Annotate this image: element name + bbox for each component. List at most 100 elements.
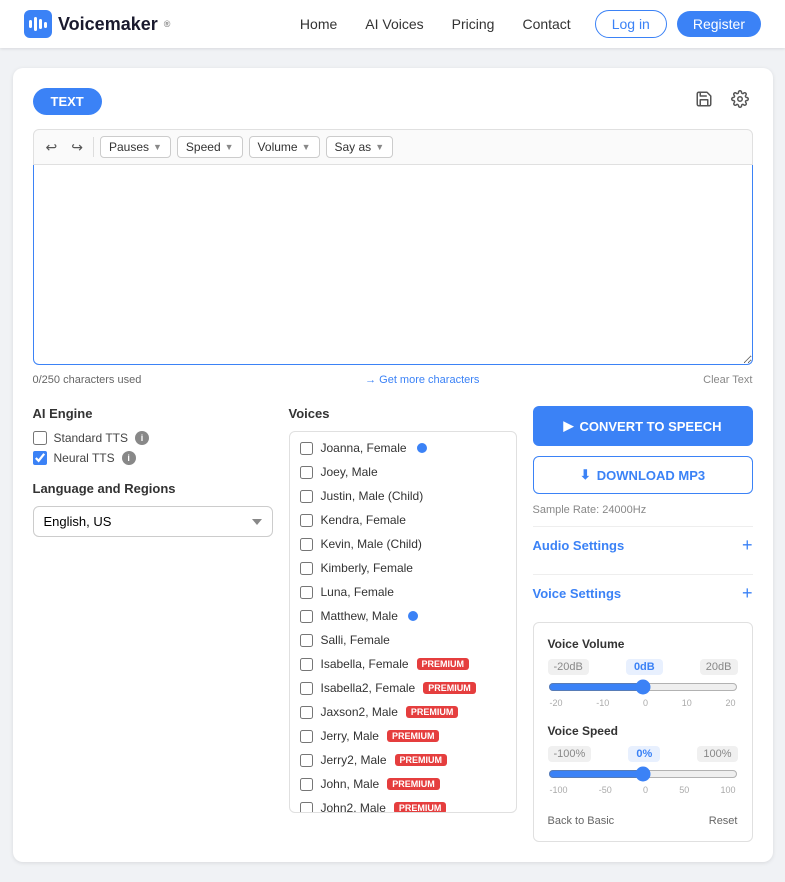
tick-spd-2: -50 <box>599 785 612 795</box>
voice-checkbox[interactable] <box>300 562 313 575</box>
save-icon-button[interactable] <box>691 88 717 115</box>
voices-title: Voices <box>289 406 517 421</box>
voice-item[interactable]: Kevin, Male (Child) <box>290 532 516 556</box>
standard-info-icon[interactable]: i <box>135 431 149 445</box>
neural-tts-checkbox[interactable] <box>33 451 47 465</box>
voice-speed-label: Voice Speed <box>548 724 738 738</box>
convert-button[interactable]: ▶ CONVERT TO SPEECH <box>533 406 753 446</box>
premium-badge: Premium <box>387 730 440 742</box>
voice-checkbox[interactable] <box>300 802 313 813</box>
voices-panel: Voices Joanna, FemaleJoey, MaleJustin, M… <box>289 406 517 842</box>
language-select[interactable]: English, US <box>33 506 273 537</box>
download-label: DOWNLOAD MP3 <box>597 468 705 483</box>
register-button[interactable]: Register <box>677 11 761 37</box>
voices-list[interactable]: Joanna, FemaleJoey, MaleJustin, Male (Ch… <box>290 432 516 812</box>
voice-name: Luna, Female <box>321 585 394 599</box>
redo-button[interactable]: ↪ <box>67 137 87 158</box>
pauses-caret: ▼ <box>153 142 162 152</box>
back-to-basic-link[interactable]: Back to Basic <box>548 815 615 827</box>
voice-item[interactable]: Jaxson2, MalePremium <box>290 700 516 724</box>
sample-rate: Sample Rate: 24000Hz <box>533 504 753 516</box>
voice-checkbox[interactable] <box>300 490 313 503</box>
speed-caret: ▼ <box>225 142 234 152</box>
nav-contact[interactable]: Contact <box>522 16 570 32</box>
voice-settings-plus-icon: + <box>742 583 753 604</box>
voice-checkbox[interactable] <box>300 706 313 719</box>
voice-checkbox[interactable] <box>300 514 313 527</box>
download-button[interactable]: ⬇ DOWNLOAD MP3 <box>533 456 753 494</box>
get-more-link[interactable]: → Get more characters <box>365 374 479 386</box>
clear-text-button[interactable]: Clear Text <box>703 374 752 386</box>
volume-slider-labels: -20dB 0dB 20dB <box>548 659 738 675</box>
voice-item[interactable]: John, MalePremium <box>290 772 516 796</box>
play-icon: ▶ <box>563 418 573 434</box>
login-button[interactable]: Log in <box>595 10 667 38</box>
voice-settings-accordion[interactable]: Voice Settings + <box>533 574 753 612</box>
speed-min-label: -100% <box>548 746 592 762</box>
tick-vol-2: -10 <box>596 698 609 708</box>
neural-info-icon[interactable]: i <box>122 451 136 465</box>
standard-tts-checkbox[interactable] <box>33 431 47 445</box>
voice-checkbox[interactable] <box>300 658 313 671</box>
voice-checkbox[interactable] <box>300 466 313 479</box>
download-icon: ⬇ <box>580 467 591 483</box>
standard-tts-option[interactable]: Standard TTS i <box>33 431 273 445</box>
voice-checkbox[interactable] <box>300 682 313 695</box>
neural-tts-option[interactable]: Neural TTS i <box>33 451 273 465</box>
voice-item[interactable]: Joey, Male <box>290 460 516 484</box>
voice-checkbox[interactable] <box>300 442 313 455</box>
logo: Voicemaker ® <box>24 10 170 38</box>
voice-item[interactable]: Luna, Female <box>290 580 516 604</box>
speed-slider[interactable] <box>548 766 738 782</box>
voice-speed-group: Voice Speed -100% 0% 100% -100 -50 0 50 … <box>548 724 738 795</box>
premium-badge: Premium <box>395 754 448 766</box>
pauses-dropdown[interactable]: Pauses ▼ <box>100 136 171 158</box>
audio-settings-accordion[interactable]: Audio Settings + <box>533 526 753 564</box>
voice-checkbox[interactable] <box>300 730 313 743</box>
bottom-area: AI Engine Standard TTS i Neural TTS i La… <box>33 406 753 842</box>
volume-dropdown[interactable]: Volume ▼ <box>249 136 320 158</box>
say-as-caret: ▼ <box>375 142 384 152</box>
voice-item[interactable]: Kimberly, Female <box>290 556 516 580</box>
volume-slider[interactable] <box>548 679 738 695</box>
speed-center-label: 0% <box>628 746 660 762</box>
language-title: Language and Regions <box>33 481 273 496</box>
speed-slider-labels: -100% 0% 100% <box>548 746 738 762</box>
reset-link[interactable]: Reset <box>709 815 738 827</box>
voice-name: Matthew, Male <box>321 609 398 623</box>
premium-badge: Premium <box>423 682 476 694</box>
voice-item[interactable]: Justin, Male (Child) <box>290 484 516 508</box>
voice-item[interactable]: Kendra, Female <box>290 508 516 532</box>
voice-name: Isabella, Female <box>321 657 409 671</box>
undo-button[interactable]: ↩ <box>42 137 62 158</box>
voice-item[interactable]: Isabella2, FemalePremium <box>290 676 516 700</box>
nav-pricing[interactable]: Pricing <box>452 16 495 32</box>
voice-item[interactable]: Jerry2, MalePremium <box>290 748 516 772</box>
voice-item[interactable]: Jerry, MalePremium <box>290 724 516 748</box>
voice-checkbox[interactable] <box>300 610 313 623</box>
voice-name: Salli, Female <box>321 633 390 647</box>
logo-text: Voicemaker <box>58 14 158 35</box>
text-input[interactable] <box>33 165 753 365</box>
settings-icon-button[interactable] <box>727 88 753 115</box>
voice-checkbox[interactable] <box>300 754 313 767</box>
voice-checkbox[interactable] <box>300 634 313 647</box>
nav-home[interactable]: Home <box>300 16 337 32</box>
speed-dropdown[interactable]: Speed ▼ <box>177 136 243 158</box>
voice-item[interactable]: John2, MalePremium <box>290 796 516 812</box>
voice-checkbox[interactable] <box>300 538 313 551</box>
engine-options: Standard TTS i Neural TTS i <box>33 431 273 465</box>
voice-name: Kevin, Male (Child) <box>321 537 422 551</box>
voice-checkbox[interactable] <box>300 778 313 791</box>
voice-item[interactable]: Joanna, Female <box>290 436 516 460</box>
voice-item[interactable]: Salli, Female <box>290 628 516 652</box>
editor-header: TEXT <box>33 88 753 115</box>
voice-checkbox[interactable] <box>300 586 313 599</box>
text-tab-button[interactable]: TEXT <box>33 88 102 115</box>
say-as-dropdown[interactable]: Say as ▼ <box>326 136 394 158</box>
ai-engine-title: AI Engine <box>33 406 273 421</box>
voice-item[interactable]: Isabella, FemalePremium <box>290 652 516 676</box>
voice-item[interactable]: Matthew, Male <box>290 604 516 628</box>
save-icon <box>695 90 713 108</box>
nav-ai-voices[interactable]: AI Voices <box>365 16 423 32</box>
